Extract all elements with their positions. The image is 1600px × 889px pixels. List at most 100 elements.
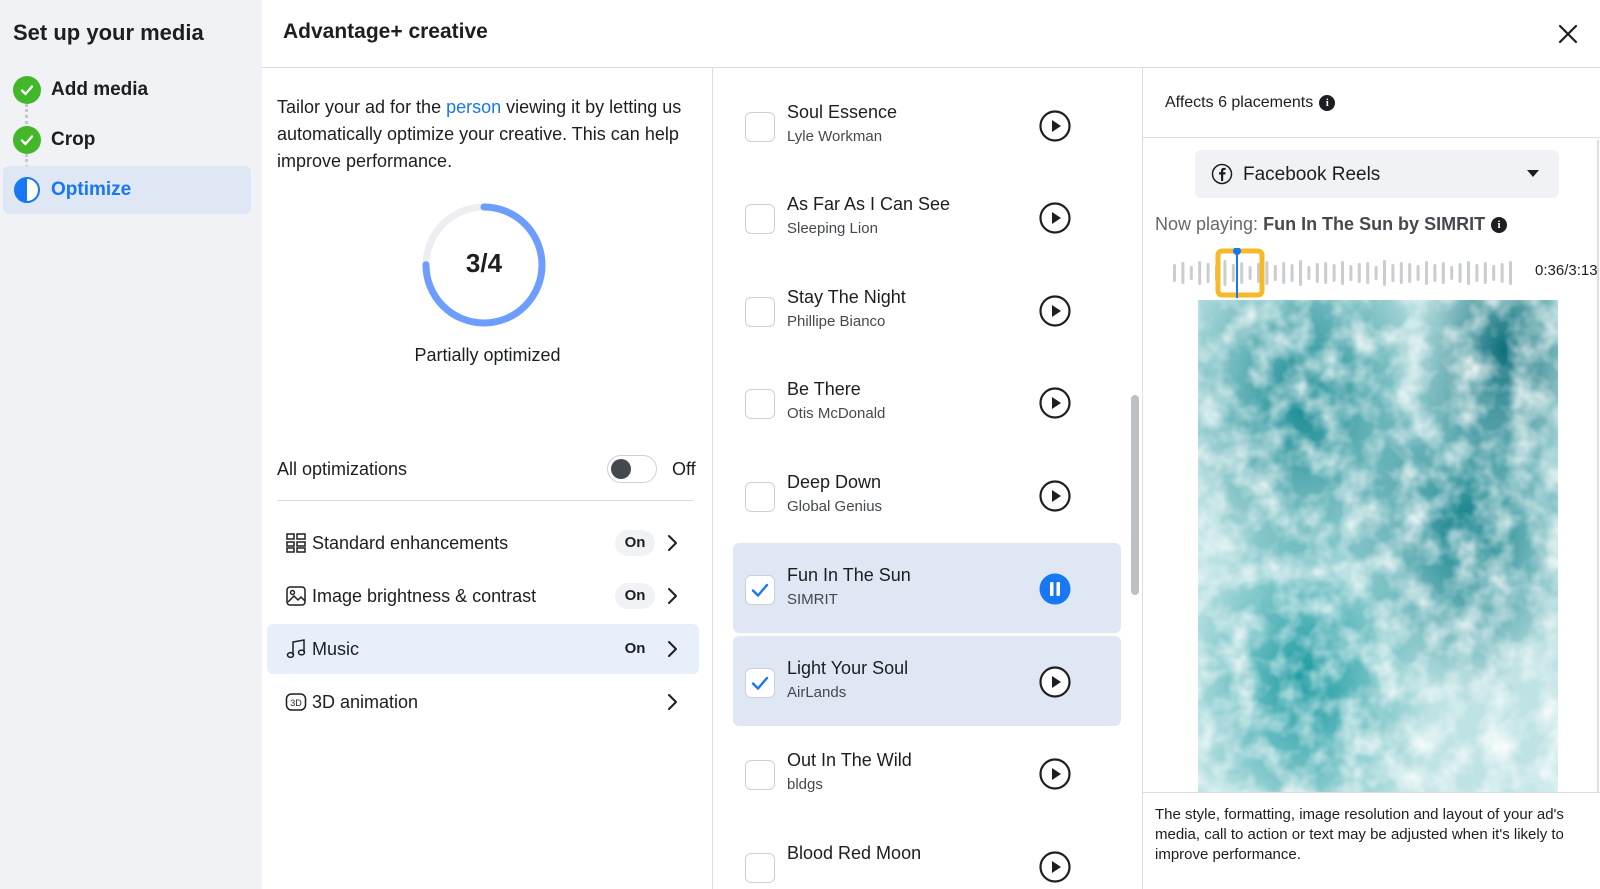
step-label: Optimize [51,179,132,200]
music-list-scrollbar[interactable] [1131,395,1139,595]
waveform-bar [1173,264,1176,282]
play-button[interactable] [1039,295,1071,327]
opt-item-image-brightness[interactable]: Image brightness & contrast On [267,571,699,621]
opt-item-music[interactable]: Music On [267,624,699,674]
all-optimizations-toggle[interactable] [607,455,657,483]
track-row[interactable]: Stay The Night Phillipe Bianco [733,265,1121,355]
waveform-bar [1416,265,1420,281]
waveform-bar [1450,266,1454,280]
placement-label: Facebook Reels [1243,164,1381,185]
waveform-bar [1374,266,1378,280]
waveform-bar [1399,262,1403,284]
waveform-bar [1441,262,1445,284]
play-button[interactable] [1039,202,1071,234]
track-row[interactable]: Deep Down Global Genius [733,450,1121,540]
image-icon [286,586,306,606]
playback-time: 0:36/3:13 [1535,262,1598,279]
track-row[interactable]: Blood Red Moon [733,821,1121,889]
track-artist: Phillipe Bianco [787,313,886,330]
waveform-bar [1189,266,1193,280]
toggle-knob [611,459,631,479]
waveform-bar [1458,263,1462,283]
play-icon [1039,758,1071,790]
playhead-dot [1233,248,1241,255]
progress-fraction-text: 3/4 [465,248,503,278]
waveform-bar [1282,262,1286,284]
waveform-bar [1475,264,1479,282]
waveform-bar [1265,261,1269,285]
dialog-title: Advantage+ creative [283,20,488,43]
track-row[interactable]: Soul Essence Lyle Workman [733,80,1121,170]
track-checkbox[interactable] [745,760,775,790]
track-artist: Otis McDonald [787,405,886,422]
waveform-bar [1349,265,1353,281]
placement-dropdown[interactable]: Facebook Reels [1195,150,1559,198]
play-button[interactable] [1039,666,1071,698]
track-row[interactable]: Fun In The Sun SIMRIT [733,543,1121,633]
svg-text:3D: 3D [290,698,302,708]
sidebar-title: Set up your media [13,20,204,45]
track-row[interactable]: Out In The Wild bldgs [733,728,1121,818]
track-row[interactable]: As Far As I Can See Sleeping Lion [733,172,1121,262]
person-link[interactable]: person [446,97,501,117]
track-title: Soul Essence [787,102,898,122]
track-artist: AirLands [787,684,847,701]
info-icon[interactable]: i [1491,217,1508,234]
waveform-bar [1206,263,1210,283]
waveform-bar [1341,261,1344,285]
track-checkbox[interactable] [745,204,775,234]
status-badge: On [615,636,655,662]
track-checkbox[interactable] [745,853,775,883]
waveform-bar [1357,263,1361,283]
track-checkbox[interactable] [745,482,775,512]
waveform-bar [1181,262,1185,284]
all-optimizations-row: All optimizations Off [277,451,696,491]
play-button[interactable] [1039,480,1071,512]
check-circle-icon [13,126,41,154]
chevron-right-icon [668,588,677,604]
step-label: Add media [51,79,149,100]
progress-caption: Partially optimized [414,345,561,365]
track-row[interactable]: Light Your Soul AirLands [733,636,1121,726]
reels-preview-image [1198,300,1558,805]
pause-button[interactable] [1039,573,1071,605]
opt-item-3d-animation[interactable]: 3D 3D animation [267,677,699,727]
track-title: Deep Down [787,472,882,492]
info-icon[interactable]: i [1319,94,1336,111]
play-button[interactable] [1039,110,1071,142]
track-artist: bldgs [787,776,823,793]
close-button[interactable] [1554,20,1582,48]
divider [277,500,694,501]
track-checkbox[interactable] [745,668,775,698]
waveform-bar [1366,262,1370,284]
play-button[interactable] [1039,387,1071,419]
play-icon [1039,666,1071,698]
waveform-bar [1223,260,1227,286]
play-button[interactable] [1039,851,1071,883]
waveform-bar [1324,262,1328,284]
preview-disclaimer: The style, formatting, image resolution … [1143,792,1600,889]
step-add-media[interactable]: Add media [3,66,251,114]
audio-waveform-trimmer[interactable] [1171,248,1521,298]
now-playing: Now playing: Fun In The Sun by SIMRIT i [1155,214,1508,235]
track-checkbox[interactable] [745,575,775,605]
waveform-bar [1433,264,1437,282]
half-circle-progress-icon [13,176,41,204]
opt-item-standard-enhancements[interactable]: Standard enhancements On [267,518,699,568]
setup-sidebar: Set up your media Add media Crop Optimiz… [0,0,262,889]
chevron-right-icon [668,641,677,657]
step-optimize[interactable]: Optimize [3,166,251,214]
play-button[interactable] [1039,758,1071,790]
track-title: Blood Red Moon [787,843,922,863]
track-checkbox[interactable] [745,389,775,419]
check-circle-icon [13,76,41,104]
track-row[interactable]: Be There Otis McDonald [733,357,1121,447]
dialog-header: Advantage+ creative [262,0,1600,68]
play-icon [1039,480,1071,512]
track-checkbox[interactable] [745,297,775,327]
track-checkbox[interactable] [745,112,775,142]
track-title: Stay The Night [787,287,906,307]
3d-icon: 3D [285,693,307,711]
step-crop[interactable]: Crop [3,116,251,164]
caret-down-icon [1527,170,1539,177]
